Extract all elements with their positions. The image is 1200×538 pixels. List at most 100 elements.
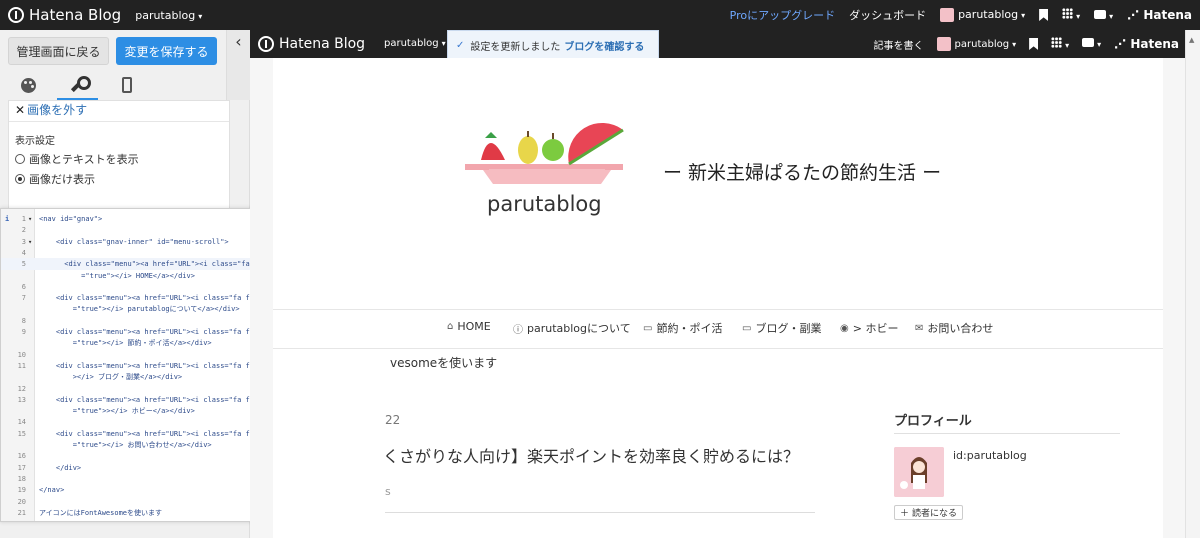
chevron-left-icon: ‹ [235,32,242,51]
caret-down-icon: ▾ [1097,40,1102,49]
entry-date: 22 [385,413,401,427]
code-text: </nav> [39,486,65,495]
settings-updated-toast: ✓ 設定を更新しました ブログを確認する [447,30,659,60]
notifications-menu[interactable]: ▾ [1094,9,1113,22]
radio-button-selected[interactable] [15,174,25,184]
save-changes-button[interactable]: 変更を保存する [116,37,217,65]
write-post-link[interactable]: 記事を書く [874,37,924,52]
hatena-logo[interactable]: ⋰ Hatena [1114,37,1179,51]
gnav-item-about[interactable]: ⓘ parutablogについて [513,320,631,336]
top-bar: Hatena Blog parutablog ▾ Proにアップグレード ダッシュ… [0,0,1200,30]
blog-preview: Hatena Blog parutablog ▾ 記事を書く parutablog… [250,30,1200,538]
tab-design[interactable] [8,70,49,100]
apps-menu[interactable]: ▾ [1051,37,1069,51]
line-number: 11 [17,361,26,370]
line-number: 14 [17,418,26,427]
hatena-blog-logo[interactable]: Hatena Blog [8,6,121,24]
info-circle-icon: ⓘ [513,324,523,336]
user-menu[interactable]: parutablog ▾ [940,8,1025,22]
apps-menu[interactable]: ▾ [1062,8,1080,22]
brand-name: Hatena Blog [279,36,366,52]
preview-hatena-blog-logo[interactable]: Hatena Blog [258,36,365,52]
dashboard-link[interactable]: ダッシュボード [849,7,926,23]
gnav-label: parutablogについて [527,322,631,335]
line-number: 21 [17,508,26,517]
credit-card-icon: ▭ [643,322,653,334]
fold-arrow-icon[interactable]: ▾ [28,236,32,248]
gnav-item-home[interactable]: ⌂ HOME [447,320,491,333]
blog-switcher[interactable]: parutablog ▾ [135,9,202,22]
divider [273,348,1163,349]
blog-header: parutablog ー 新米主婦ぱるたの節約生活 ー [273,58,1163,310]
line-number: 8 [21,316,26,325]
code-text: <nav id="gnav"> [39,215,103,223]
hatena-logo[interactable]: ⋰ Hatena [1127,8,1192,22]
blog-tagline: ー 新米主婦ぱるたの節約生活 ー [663,162,942,184]
header-image-panel: ✕ 画像を外す 表示設定 画像とテキストを表示 画像だけ表示 [8,100,230,215]
gnav-label: > ホビー [852,322,899,335]
toast-message: 設定を更新しました [470,41,561,53]
blog-name: parutablog [135,8,196,22]
profile-avatar[interactable] [894,447,944,497]
tab-customize[interactable] [57,70,98,100]
gnav-label: HOME [457,320,491,333]
line-number: 15 [17,429,26,438]
gnav-label: 節約・ポイ活 [656,322,723,335]
notifications-menu[interactable]: ▾ [1082,38,1101,50]
laptop-icon: ▭ [742,322,752,334]
gnav-item-hobby[interactable]: ◉ > ホビー [840,320,898,336]
notice-text: vesomeを使います [390,356,498,370]
brand-name: Hatena Blog [29,6,122,24]
preview-scrollbar[interactable]: ▲ [1185,30,1200,538]
display-settings-heading: 表示設定 [15,136,55,147]
gnav-item-contact[interactable]: ✉ お問い合わせ [915,320,993,336]
radio-image-only[interactable]: 画像だけ表示 [15,171,95,187]
preview-blog-switcher[interactable]: parutablog ▾ [384,38,446,49]
blog-name: parutablog [384,38,439,49]
entry-title[interactable]: くさがりな人向け】楽天ポイントを効率良く貯めるには？ [383,443,799,467]
preview-user-menu[interactable]: parutablog ▾ [936,37,1016,51]
line-number: 20 [17,497,26,506]
remove-image-link[interactable]: ✕ 画像を外す [15,101,87,118]
pro-upgrade-link[interactable]: Proにアップグレード [730,7,835,23]
profile-id[interactable]: id:parutablog [953,449,1027,462]
home-icon: ⌂ [447,321,454,332]
subscribe-button[interactable]: ＋読者になる [894,505,964,520]
line-number: 18 [17,474,26,483]
back-to-admin-button[interactable]: 管理画面に戻る [8,37,109,65]
line-number: 4 [21,248,26,257]
preview-top-bar: Hatena Blog parutablog ▾ 記事を書く parutablog… [250,30,1185,58]
sidebar-tabs [0,70,249,100]
speech-bubble-icon [1082,38,1095,47]
fold-arrow-icon[interactable]: ▾ [28,213,32,225]
tab-smartphone[interactable] [106,70,147,100]
line-number: 2 [21,226,26,235]
gnav-item-blog[interactable]: ▭ ブログ・副業 [742,320,821,336]
gnav-item-saving[interactable]: ▭ 節約・ポイ活 [643,320,722,336]
caret-down-icon: ▾ [441,39,446,48]
divider [385,512,815,513]
code-text: ></i> ブログ・副業</a></div> [39,373,183,382]
radio-button[interactable] [15,154,25,164]
line-number: 10 [17,350,26,359]
scroll-up-arrow[interactable]: ▲ [1189,36,1194,44]
wrench-icon [69,75,91,93]
code-text: ="true"></i> HOME</a></div> [39,271,195,280]
view-blog-link[interactable]: ブログを確認する [564,38,644,53]
grid-icon [1051,37,1063,48]
bookmark-icon[interactable] [1039,9,1049,21]
user-avatar [940,8,955,22]
radio-image-and-text[interactable]: 画像とテキストを表示 [15,151,139,167]
grid-icon [1062,8,1074,19]
caret-down-icon: ▾ [1076,12,1081,21]
hatena-label: Hatena [1143,8,1192,22]
global-nav: ⌂ HOME ⓘ parutablogについて ▭ 節約・ポイ活 ▭ ブログ・副業 ◉ >… [273,320,1163,340]
bookmark-icon[interactable] [1029,38,1039,50]
caret-down-icon: ▾ [1109,11,1114,21]
remove-image-label: 画像を外す [27,103,88,117]
line-number: 3 [21,237,26,246]
line-number: 12 [17,384,26,393]
code-text: ="true"></i> 節約・ポイ活</a></div> [39,339,212,348]
code-text: ="true">></i> ホビー</a></div> [39,407,195,416]
line-number: 9 [21,328,26,336]
